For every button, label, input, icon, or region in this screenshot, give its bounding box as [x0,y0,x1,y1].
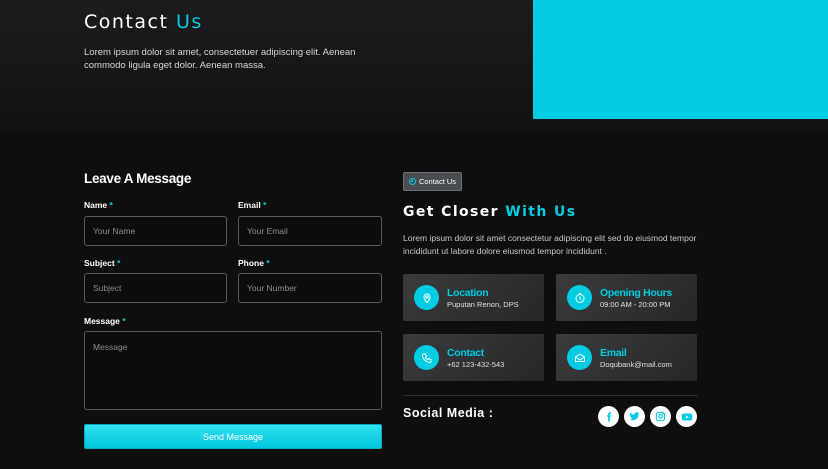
location-card-title: Location [447,286,489,299]
social-media-label: Social Media : [403,406,494,420]
social-links [598,406,697,427]
message-label: Message * [84,316,126,326]
contact-us-tag-button[interactable]: Contact Us [403,172,462,191]
location-pin-icon [414,285,439,310]
info-title-accent: With Us [505,204,577,220]
form-heading: Leave A Message [84,171,192,186]
send-message-button[interactable]: Send Message [84,424,382,449]
subject-label: Subject * [84,258,121,268]
divider [403,395,698,396]
email-input[interactable] [238,216,382,246]
info-title-main: Get Closer [403,204,499,220]
name-input[interactable] [84,216,227,246]
info-description: Lorem ipsum dolor sit amet consectetur a… [403,233,697,256]
email-card-title: Email [600,346,627,359]
twitter-icon[interactable] [624,406,645,427]
hero-accent-block [533,0,828,119]
hero-description: Lorem ipsum dolor sit amet, consectetuer… [84,47,356,71]
email-card: Email Doqubank@mail.com [556,334,697,381]
page-title-accent: Us [175,11,203,33]
facebook-icon[interactable] [598,406,619,427]
message-textarea[interactable] [84,331,382,410]
envelope-icon [567,345,592,370]
contact-card-title: Contact [447,346,484,359]
clock-icon [567,285,592,310]
phone-input[interactable] [238,273,382,303]
email-card-detail: Doqubank@mail.com [600,359,672,369]
contact-us-tag-label: Contact Us [418,177,457,186]
info-title: Get Closer With Us [403,204,577,220]
instagram-icon[interactable] [650,406,671,427]
opening-hours-card: Opening Hours 09:00 AM - 20:00 PM [556,274,697,321]
phone-label: Phone * [238,258,270,268]
target-icon [408,178,416,185]
location-card: Location Puputan Renon, DPS [403,274,544,321]
opening-hours-card-title: Opening Hours [600,286,672,299]
opening-hours-card-detail: 09:00 AM - 20:00 PM [600,299,671,309]
subject-input[interactable] [84,273,227,303]
location-card-detail: Puputan Renon, DPS [447,299,519,309]
contact-card-detail: +62 123-432-543 [447,359,505,369]
phone-icon [414,345,439,370]
youtube-icon[interactable] [676,406,697,427]
contact-card: Contact +62 123-432-543 [403,334,544,381]
page-title-main: Contact [84,11,169,33]
email-label: Email * [238,200,267,210]
page-title: Contact Us [84,11,203,33]
name-label: Name * [84,200,113,210]
